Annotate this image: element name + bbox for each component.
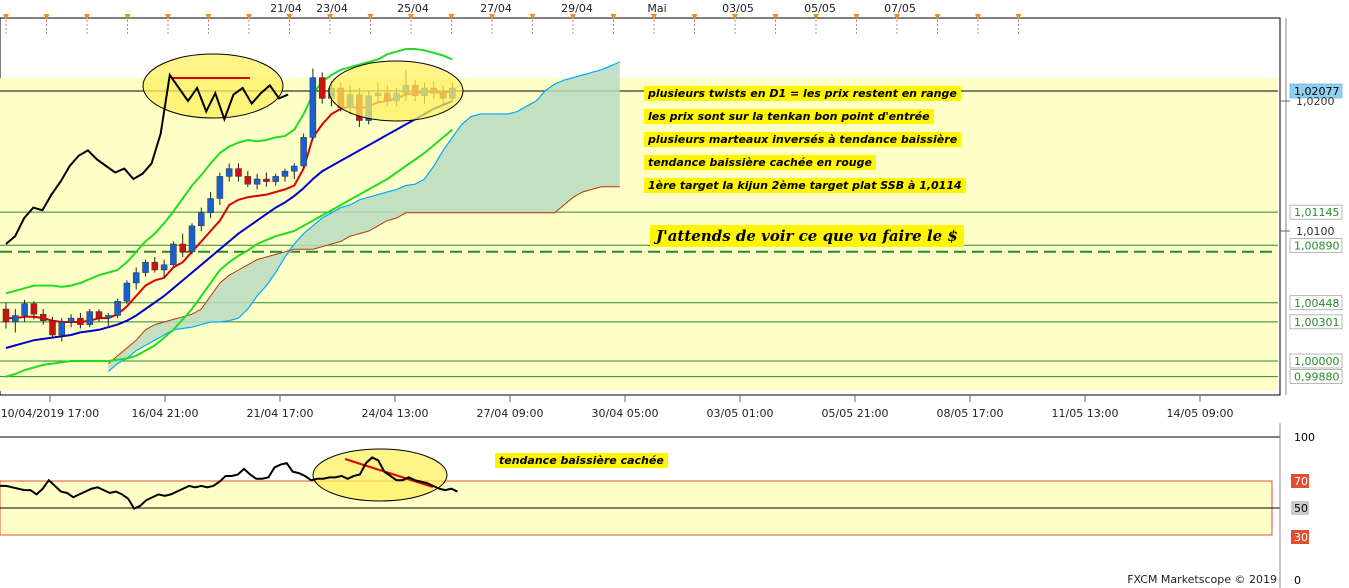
level-label: 1,00890 <box>1294 239 1340 252</box>
level-label: 0,99880 <box>1294 371 1340 384</box>
candle-body <box>142 261 149 273</box>
candle-body <box>86 311 93 325</box>
bottom-date-label: 14/05 09:00 <box>1167 407 1234 420</box>
candle-body <box>291 165 298 172</box>
candle-body <box>179 243 186 253</box>
rsi-panel <box>0 423 1281 588</box>
candle-body <box>318 77 326 99</box>
price-tick-label: 1,0200 <box>1296 95 1335 108</box>
candle-body <box>12 315 19 323</box>
candle-body <box>300 137 307 167</box>
candle-body <box>39 313 47 321</box>
bottom-date-label: 27/04 09:00 <box>477 407 544 420</box>
bottom-date-label: 24/04 13:00 <box>362 407 429 420</box>
price-tick-label: 1,0100 <box>1296 225 1335 238</box>
candle-body <box>198 212 205 227</box>
candle-body <box>21 303 28 316</box>
top-date-label: Mai <box>647 2 666 15</box>
top-date-label: 07/05 <box>884 2 916 15</box>
watermark: FXCM Marketscope © 2019 <box>1127 573 1277 586</box>
bottom-date-label: 08/05 17:00 <box>937 407 1004 420</box>
level-label: 1,01145 <box>1294 206 1340 219</box>
candle-body <box>170 243 177 266</box>
annotation-hammers: plusieurs marteaux inversés à tendance b… <box>644 132 962 147</box>
annotation-hidden-bear: tendance baissière cachée en rouge <box>644 155 876 170</box>
annotation-tenkan: les prix sont sur la tenkan bon point d'… <box>644 109 934 124</box>
candle-body <box>244 176 252 185</box>
candle-body <box>77 317 84 325</box>
rsi-axis: 100 70 50 30 0 <box>1291 431 1315 587</box>
rsi-tick-label: 100 <box>1294 431 1315 444</box>
rsi-tick-label: 30 <box>1294 531 1308 544</box>
annotation-waiting: J'attends de voir ce que va faire le $ <box>650 225 964 247</box>
bottom-date-label: 16/04 21:00 <box>132 407 199 420</box>
top-date-label: 23/04 <box>316 2 348 15</box>
annotation-rsi: tendance baissière cachée <box>495 453 668 468</box>
price-axis: 1,020771,011451,008901,004481,003011,000… <box>1280 18 1343 395</box>
annotation-targets: 1ère target la kijun 2ème target plat SS… <box>644 178 966 193</box>
candle-body <box>105 315 112 319</box>
top-date-label: 27/04 <box>480 2 512 15</box>
candle-body <box>309 77 317 138</box>
top-date-label: 25/04 <box>397 2 429 15</box>
bottom-date-label: 30/04 05:00 <box>592 407 659 420</box>
candle-body <box>216 176 224 199</box>
range-ellipse-price <box>328 60 464 122</box>
candle-body <box>188 225 196 253</box>
top-date-label: 29/04 <box>561 2 593 15</box>
candle-body <box>30 303 38 315</box>
candle-body <box>2 308 10 323</box>
candle-body <box>281 170 289 177</box>
candle-body <box>151 261 159 271</box>
level-label: 1,00301 <box>1294 316 1340 329</box>
rsi-tick-label: 50 <box>1294 502 1308 515</box>
candle-body <box>95 311 103 319</box>
candle-body <box>123 282 131 302</box>
candle-body <box>253 178 261 185</box>
candle-body <box>114 300 121 316</box>
bottom-date-label: 05/05 21:00 <box>822 407 889 420</box>
bottom-date-label: 11/05 13:00 <box>1052 407 1119 420</box>
rsi-tick-label: 70 <box>1294 475 1308 488</box>
candle-body <box>58 321 66 336</box>
top-date-label: 03/05 <box>722 2 754 15</box>
candle-body <box>225 168 233 177</box>
candle-body <box>132 272 140 284</box>
candle-body <box>207 198 214 214</box>
level-label: 1,00448 <box>1294 297 1340 310</box>
candle-body <box>235 168 242 177</box>
bottom-date-label: 10/04/2019 17:00 <box>1 407 100 420</box>
level-label: 1,00000 <box>1294 355 1340 368</box>
candle-body <box>49 320 56 336</box>
candle-body <box>272 176 279 182</box>
rsi-tick-label: 0 <box>1294 574 1301 587</box>
rsi-ellipse <box>312 448 448 502</box>
candle-body <box>67 317 75 323</box>
top-date-label: 05/05 <box>804 2 836 15</box>
candle-body <box>263 178 270 182</box>
candle-body <box>160 264 168 271</box>
top-date-label: 21/04 <box>270 2 302 15</box>
bottom-date-label: 21/04 17:00 <box>247 407 314 420</box>
bottom-date-axis: 10/04/2019 17:00 16/04 21:00 21/04 17:00 24… <box>1 395 1234 420</box>
annotation-range: plusieurs twists en D1 = les prix resten… <box>644 86 961 101</box>
bottom-date-label: 03/05 01:00 <box>707 407 774 420</box>
